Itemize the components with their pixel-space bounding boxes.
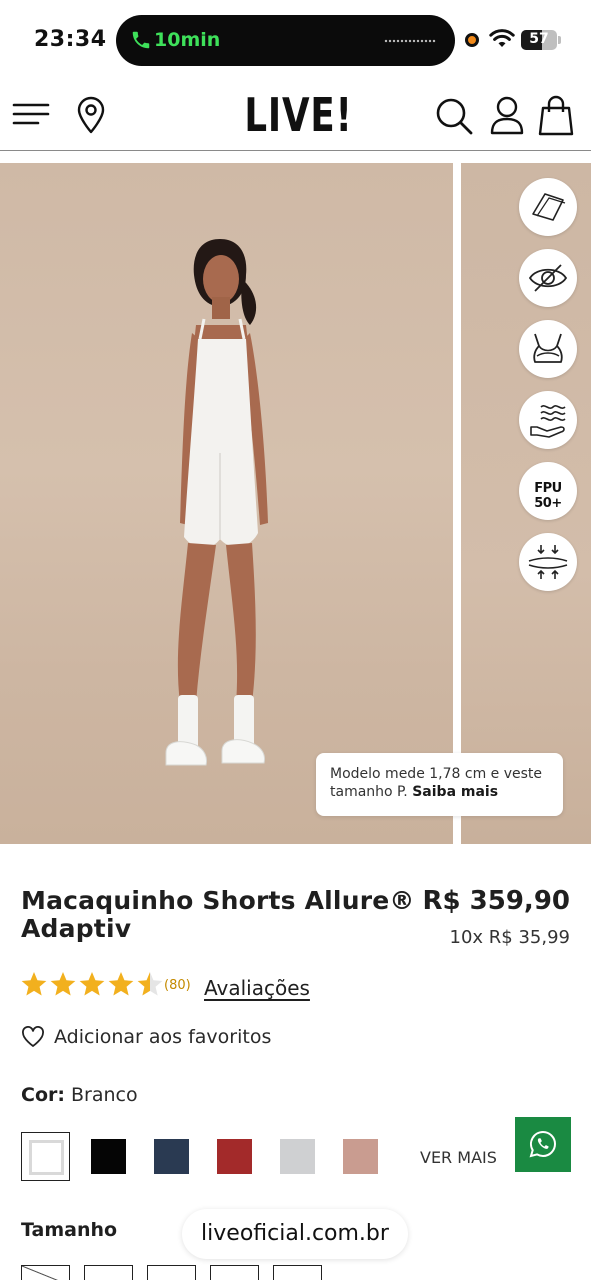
moisture-feature-badge[interactable] — [519, 391, 577, 449]
compression-feature-badge[interactable] — [519, 533, 577, 591]
color-swatch-red[interactable] — [210, 1132, 259, 1181]
star-icon — [79, 972, 105, 996]
size-selector-label: Tamanho — [21, 1219, 118, 1241]
status-bar: 23:34 10min 57 — [0, 0, 591, 80]
rating-count: (80) — [164, 978, 191, 993]
battery-indicator: 57 — [521, 30, 561, 50]
swatch-fill — [280, 1139, 315, 1174]
browser-url-bar[interactable]: liveoficial.com.br — [182, 1209, 408, 1259]
sports-bra-icon — [533, 333, 563, 363]
color-label: Cor: — [21, 1084, 65, 1106]
whatsapp-button[interactable] — [515, 1117, 571, 1172]
star-icon — [108, 972, 134, 996]
fabric-icon — [532, 193, 566, 221]
battery-percent: 57 — [529, 31, 549, 47]
moisture-hand-icon — [530, 405, 566, 438]
installments-price: 10x R$ 35,99 — [449, 927, 571, 948]
swatch-fill — [217, 1139, 252, 1174]
opacity-feature-badge[interactable] — [519, 249, 577, 307]
call-indicator[interactable]: 10min — [116, 15, 455, 66]
site-header: LIVE! — [0, 80, 591, 151]
color-selector-label: Cor: Branco — [21, 1084, 138, 1106]
color-swatch-gray[interactable] — [273, 1132, 322, 1181]
reviews-link[interactable]: Avaliações — [204, 976, 310, 1000]
size-option[interactable] — [210, 1265, 259, 1280]
saiba-mais-link[interactable]: Saiba mais — [412, 784, 498, 800]
call-duration: 10min — [154, 29, 221, 51]
color-swatch-rose[interactable] — [336, 1132, 385, 1181]
fabric-feature-badge[interactable] — [519, 178, 577, 236]
account-icon[interactable] — [489, 95, 525, 135]
uv-protection-badge[interactable]: FPU 50+ — [519, 462, 577, 520]
eye-slash-icon — [528, 264, 568, 292]
more-colors-link[interactable]: VER MAIS — [420, 1148, 497, 1167]
wifi-icon — [489, 29, 515, 47]
product-image[interactable] — [0, 163, 453, 844]
size-option[interactable] — [147, 1265, 196, 1280]
whatsapp-icon — [529, 1130, 556, 1158]
recording-indicator — [465, 33, 479, 47]
model-photo — [165, 239, 268, 766]
product-price: R$ 359,90 — [422, 886, 571, 916]
add-to-favorites-button[interactable]: Adicionar aos favoritos — [21, 1024, 321, 1054]
star-icon — [137, 972, 163, 996]
size-option[interactable] — [273, 1265, 322, 1280]
heart-icon — [22, 1026, 44, 1047]
color-swatch-white[interactable] — [21, 1132, 70, 1181]
status-time: 23:34 — [34, 27, 107, 52]
color-swatch-navy[interactable] — [147, 1132, 196, 1181]
swatch-fill — [154, 1139, 189, 1174]
size-option[interactable] — [84, 1265, 133, 1280]
product-gallery[interactable]: FPU 50+ Modelo mede 1,78 cm e veste tama… — [0, 163, 591, 844]
phone-icon — [132, 31, 150, 49]
uv-protection-label: FPU 50+ — [534, 481, 562, 511]
swatch-fill — [343, 1139, 378, 1174]
favorites-label: Adicionar aos favoritos — [54, 1026, 272, 1048]
star-icon — [21, 972, 47, 996]
rating-stars[interactable] — [21, 970, 163, 1000]
selected-color-name: Branco — [71, 1084, 138, 1106]
swatch-fill — [29, 1140, 64, 1175]
product-title: Macaquinho Shorts Allure® Adaptiv — [21, 886, 415, 943]
shopping-bag-icon[interactable] — [537, 94, 575, 136]
size-option[interactable] — [21, 1265, 70, 1280]
brand-logo[interactable]: LIVE! — [244, 85, 351, 145]
product-rating[interactable]: (80) Avaliações — [21, 970, 341, 1002]
support-feature-badge[interactable] — [519, 320, 577, 378]
location-pin-icon[interactable] — [74, 96, 108, 134]
star-icon — [50, 972, 76, 996]
model-size-note: Modelo mede 1,78 cm e veste tamanho P. S… — [316, 753, 563, 816]
color-swatch-black[interactable] — [84, 1132, 133, 1181]
menu-icon[interactable] — [12, 98, 50, 130]
search-icon[interactable] — [434, 96, 474, 136]
call-waveform — [384, 39, 436, 43]
compression-icon — [528, 545, 568, 579]
swatch-fill — [91, 1139, 126, 1174]
